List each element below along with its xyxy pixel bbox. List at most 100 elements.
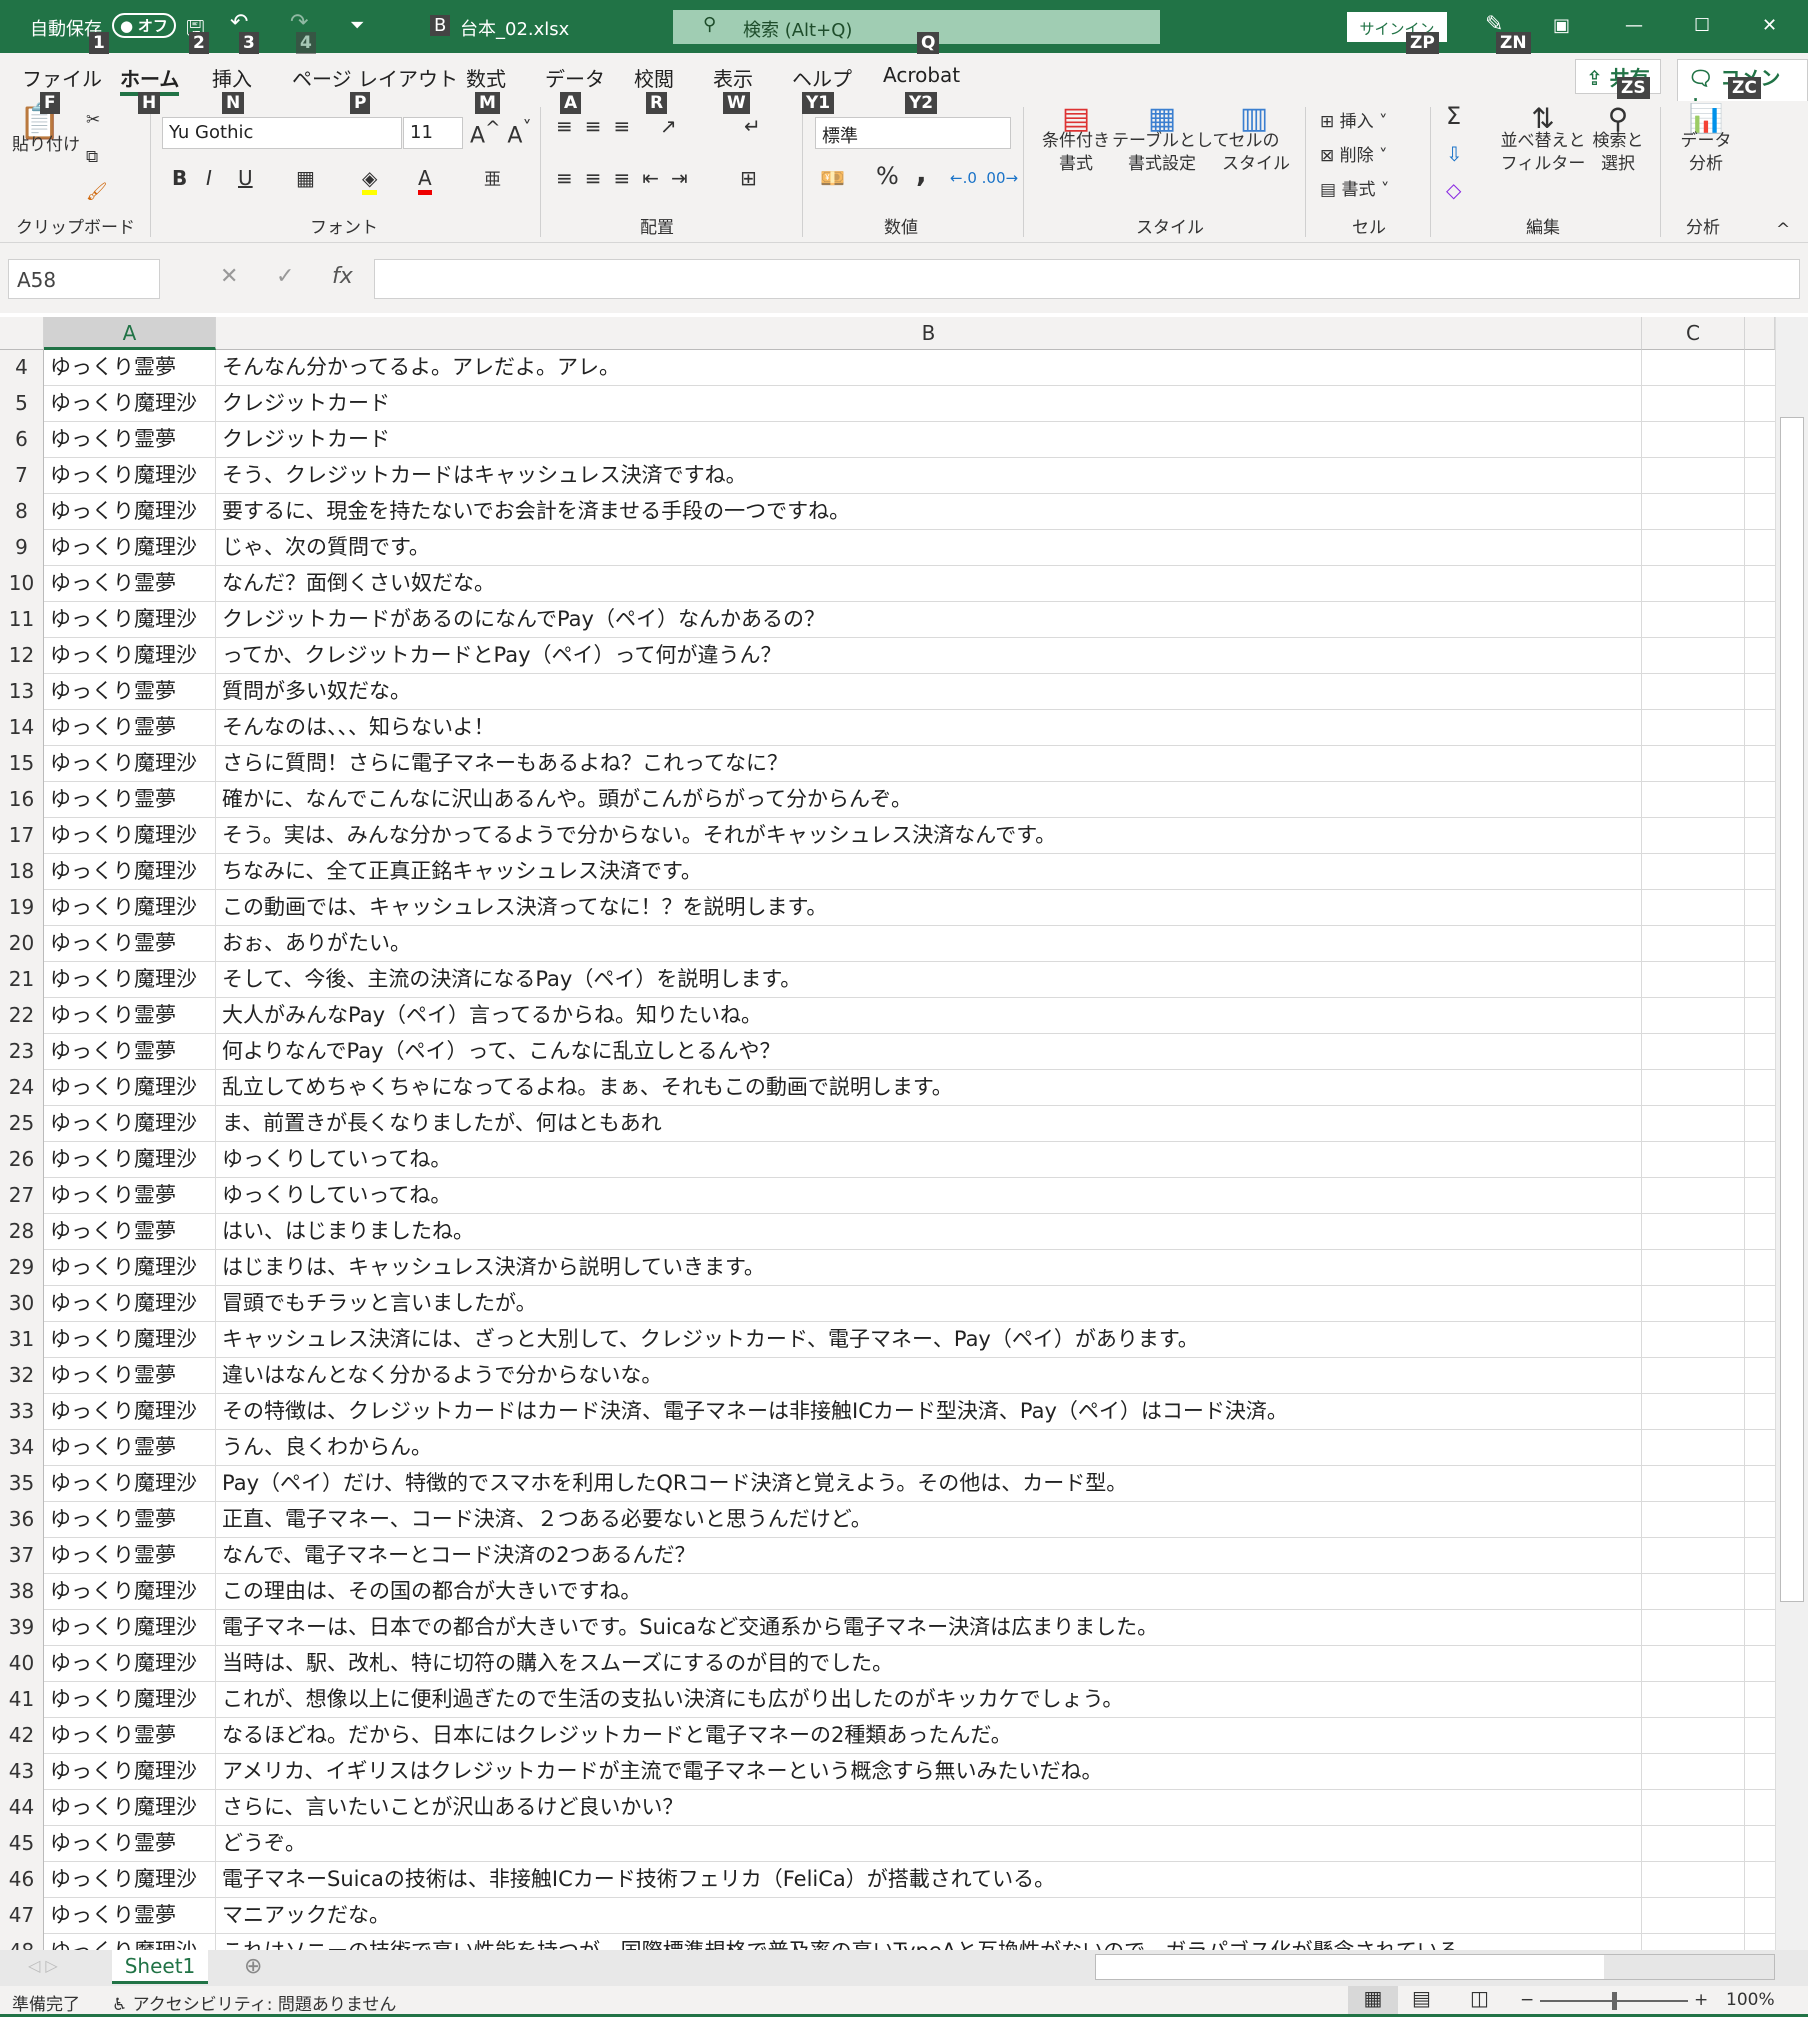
row-number[interactable]: 41 (0, 1682, 44, 1718)
row-number[interactable]: 37 (0, 1538, 44, 1574)
cell-a[interactable]: ゆっくり魔理沙 (44, 1322, 216, 1358)
tab-review[interactable]: 校閲 (634, 63, 674, 92)
conditional-format-button[interactable]: ▤ 条件付き 書式 (1036, 104, 1116, 176)
cell-c[interactable] (1642, 926, 1745, 962)
cell-b[interactable]: なるほどね。だから、日本にはクレジットカードと電子マネーの2種類あったんだ。 (216, 1718, 1642, 1754)
tab-acrobat[interactable]: Acrobat (883, 63, 960, 87)
row-number[interactable]: 39 (0, 1610, 44, 1646)
minimize-icon[interactable]: — (1625, 15, 1643, 36)
cell-c[interactable] (1642, 782, 1745, 818)
cell-b[interactable]: 確かに、なんでこんなに沢山あるんや。頭がこんがらがって分からんぞ。 (216, 782, 1642, 818)
cell-c[interactable] (1642, 1322, 1745, 1358)
cell-a[interactable]: ゆっくり魔理沙 (44, 1394, 216, 1430)
cell-a[interactable]: ゆっくり霊夢 (44, 566, 216, 602)
column-header-c[interactable]: C (1642, 317, 1745, 350)
cell-c[interactable] (1642, 1898, 1745, 1934)
name-box[interactable]: A58 (8, 259, 160, 299)
row-number[interactable]: 16 (0, 782, 44, 818)
cell-b[interactable]: マニアックだな。 (216, 1898, 1642, 1934)
cell-a[interactable]: ゆっくり霊夢 (44, 1214, 216, 1250)
cell-a[interactable]: ゆっくり魔理沙 (44, 1754, 216, 1790)
row-number[interactable]: 14 (0, 710, 44, 746)
cell-b[interactable]: Pay（ペイ）だけ、特徴的でスマホを利用したQRコード決済と覚えよう。その他は、… (216, 1466, 1642, 1502)
cell-c[interactable] (1642, 998, 1745, 1034)
cell-c[interactable] (1642, 566, 1745, 602)
cell-c[interactable] (1642, 890, 1745, 926)
accounting-icon[interactable]: 💴 (820, 167, 845, 190)
cell-a[interactable]: ゆっくり魔理沙 (44, 1106, 216, 1142)
cell-a[interactable]: ゆっくり霊夢 (44, 350, 216, 386)
cell-b[interactable]: ゆっくりしていってね。 (216, 1142, 1642, 1178)
cell-b[interactable]: ちなみに、全て正真正銘キャッシュレス決済です。 (216, 854, 1642, 890)
sheet-tab[interactable]: Sheet1 (112, 1950, 208, 1984)
insert-cells-button[interactable]: ⊞ 挿入 ˅ (1320, 111, 1388, 134)
autosum-icon[interactable]: Σ (1446, 104, 1461, 128)
autosave-toggle[interactable]: ● オフ (112, 13, 176, 38)
tab-formulas[interactable]: 数式 (466, 63, 506, 92)
format-painter-icon[interactable]: 🖌 (86, 181, 108, 204)
cell-b[interactable]: なんで、電子マネーとコード決済の2つあるんだ？ (216, 1538, 1642, 1574)
cell-a[interactable]: ゆっくり霊夢 (44, 710, 216, 746)
format-as-table-button[interactable]: ▦ テーブルとして 書式設定 (1112, 104, 1229, 176)
cell-a[interactable]: ゆっくり霊夢 (44, 1538, 216, 1574)
merge-center-icon[interactable]: ⊞ (740, 167, 757, 190)
find-select-button[interactable]: ⚲ 検索と 選択 (1588, 105, 1648, 176)
sheet-nav-icons[interactable]: ◁ ▷ (28, 1956, 58, 1975)
cell-c[interactable] (1642, 1214, 1745, 1250)
cell-b[interactable]: ゆっくりしていってね。 (216, 1178, 1642, 1214)
cell-c[interactable] (1642, 1178, 1745, 1214)
row-number[interactable]: 46 (0, 1862, 44, 1898)
cell-c[interactable] (1642, 1394, 1745, 1430)
phonetic-icon[interactable]: 亜 (484, 169, 501, 192)
row-number[interactable]: 29 (0, 1250, 44, 1286)
comma-button[interactable]: , (916, 159, 927, 187)
normal-view-icon[interactable]: ▦ (1348, 1986, 1398, 2014)
cell-b[interactable]: はい、はじまりましたね。 (216, 1214, 1642, 1250)
file-name[interactable]: 台本_02.xlsx (460, 15, 569, 41)
row-number[interactable]: 21 (0, 962, 44, 998)
cell-c[interactable] (1642, 818, 1745, 854)
row-number[interactable]: 4 (0, 350, 44, 386)
sort-filter-button[interactable]: ⇅ 並べ替えと フィルター (1498, 105, 1588, 176)
copy-icon[interactable]: ⧉ (86, 146, 98, 169)
cell-a[interactable]: ゆっくり霊夢 (44, 1826, 216, 1862)
cell-c[interactable] (1642, 1754, 1745, 1790)
row-number[interactable]: 38 (0, 1574, 44, 1610)
cell-c[interactable] (1642, 746, 1745, 782)
select-all-corner[interactable] (0, 317, 44, 350)
font-color-icon[interactable]: A (418, 167, 432, 195)
row-number[interactable]: 15 (0, 746, 44, 782)
row-number[interactable]: 18 (0, 854, 44, 890)
cell-a[interactable]: ゆっくり魔理沙 (44, 494, 216, 530)
cell-b[interactable]: はじまりは、キャッシュレス決済から説明していきます。 (216, 1250, 1642, 1286)
cell-b[interactable]: さらに質問！さらに電子マネーもあるよね？これってなに？ (216, 746, 1642, 782)
cell-b[interactable]: うん、良くわからん。 (216, 1430, 1642, 1466)
cell-a[interactable]: ゆっくり霊夢 (44, 1898, 216, 1934)
cell-c[interactable] (1642, 1250, 1745, 1286)
cell-a[interactable]: ゆっくり魔理沙 (44, 1934, 216, 1950)
add-sheet-icon[interactable]: ⊕ (244, 1954, 262, 1979)
tab-data[interactable]: データ (545, 63, 605, 92)
cell-c[interactable] (1642, 962, 1745, 998)
cell-a[interactable]: ゆっくり霊夢 (44, 422, 216, 458)
row-number[interactable]: 24 (0, 1070, 44, 1106)
row-number[interactable]: 48 (0, 1934, 44, 1950)
zoom-level[interactable]: 100% (1726, 1990, 1775, 2010)
tab-file[interactable]: ファイル (22, 63, 102, 92)
cell-a[interactable]: ゆっくり魔理沙 (44, 1142, 216, 1178)
cell-b[interactable]: ま、前置きが長くなりましたが、何はともあれ (216, 1106, 1642, 1142)
cell-b[interactable]: 当時は、駅、改札、特に切符の購入をスムーズにするのが目的でした。 (216, 1646, 1642, 1682)
row-number[interactable]: 32 (0, 1358, 44, 1394)
underline-button[interactable]: U (238, 167, 253, 190)
cell-b[interactable]: なんだ？面倒くさい奴だな。 (216, 566, 1642, 602)
cell-a[interactable]: ゆっくり霊夢 (44, 998, 216, 1034)
row-number[interactable]: 27 (0, 1178, 44, 1214)
cell-c[interactable] (1642, 1718, 1745, 1754)
collapse-ribbon-icon[interactable]: ^ (1776, 219, 1790, 242)
cell-c[interactable] (1642, 638, 1745, 674)
cell-b[interactable]: この理由は、その国の都合が大きいですね。 (216, 1574, 1642, 1610)
italic-button[interactable]: I (206, 167, 212, 190)
cell-b[interactable]: その特徴は、クレジットカードはカード決済、電子マネーは非接触ICカード型決済、P… (216, 1394, 1642, 1430)
fill-color-icon[interactable]: ◈ (362, 167, 378, 195)
cell-c[interactable] (1642, 1070, 1745, 1106)
